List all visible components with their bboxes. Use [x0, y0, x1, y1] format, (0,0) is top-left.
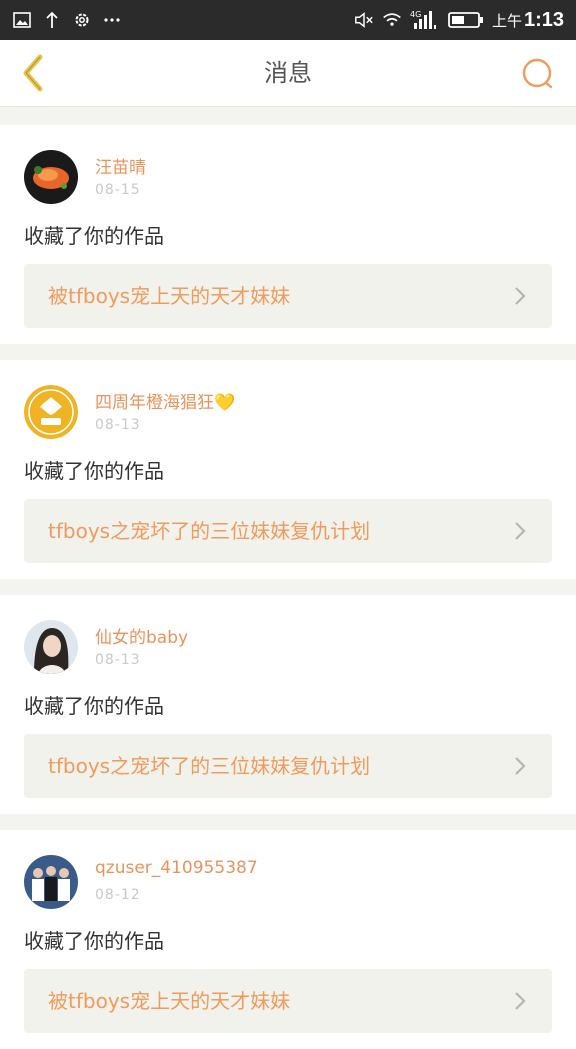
sender-name[interactable]: 四周年橙海猖狂💛: [95, 388, 235, 413]
image-icon: [12, 10, 32, 30]
message-date: 08-13: [95, 652, 141, 668]
more-dots-icon: [102, 10, 122, 30]
message-date: 08-12: [95, 887, 141, 903]
avatar[interactable]: [24, 620, 78, 674]
card-separator: [0, 814, 576, 830]
message-card[interactable]: 仙女的baby 08-13 收藏了你的作品 tfboys之宠坏了的三位妹妹复仇计…: [0, 595, 576, 814]
girl-avatar-image: [24, 620, 78, 674]
status-time: 上午 1:13: [492, 9, 564, 32]
card-separator: [0, 344, 576, 360]
settings-gear-icon: [72, 10, 92, 30]
message-card[interactable]: qzuser_410955387 08-12 收藏了你的作品 被tfboys宠上…: [0, 830, 576, 1049]
avatar[interactable]: [24, 150, 78, 204]
status-bar: 4G 上午 1:13: [0, 0, 576, 40]
sender-name[interactable]: 汪苗晴: [95, 153, 146, 178]
status-clock: 1:13: [523, 8, 564, 31]
message-action-text: 收藏了你的作品: [24, 694, 164, 718]
group-avatar-image: [24, 855, 78, 909]
status-ampm: 上午: [491, 11, 522, 30]
work-link[interactable]: 被tfboys宠上天的天才妹妹: [24, 264, 552, 328]
work-title: 被tfboys宠上天的天才妹妹: [48, 284, 291, 308]
battery-icon: [448, 10, 484, 30]
card-separator: [0, 579, 576, 595]
sender-name[interactable]: 仙女的baby: [95, 623, 188, 648]
chevron-right-icon: [508, 989, 532, 1013]
food-avatar-image: [24, 150, 78, 204]
search-icon: [522, 58, 553, 89]
chevron-right-icon: [508, 284, 532, 308]
chevron-right-icon: [508, 754, 532, 778]
page-title: 消息: [264, 59, 312, 87]
avatar[interactable]: [24, 385, 78, 439]
search-button[interactable]: [518, 54, 558, 94]
message-card[interactable]: 汪苗晴 08-15 收藏了你的作品 被tfboys宠上天的天才妹妹: [0, 125, 576, 344]
badge-avatar-image: [24, 385, 78, 439]
signal-icon: 4G: [410, 10, 440, 30]
header-bar: 消息: [0, 40, 576, 107]
work-link[interactable]: tfboys之宠坏了的三位妹妹复仇计划: [24, 734, 552, 798]
network-label: 4G: [410, 10, 421, 19]
work-title: tfboys之宠坏了的三位妹妹复仇计划: [48, 754, 371, 778]
work-title: 被tfboys宠上天的天才妹妹: [48, 989, 291, 1013]
work-link[interactable]: 被tfboys宠上天的天才妹妹: [24, 969, 552, 1033]
message-list: 汪苗晴 08-15 收藏了你的作品 被tfboys宠上天的天才妹妹 四周年橙海猖…: [0, 107, 576, 1049]
chevron-right-icon: [508, 519, 532, 543]
wifi-icon: [382, 10, 402, 30]
status-bar-left: [12, 8, 122, 32]
message-action-text: 收藏了你的作品: [24, 929, 164, 953]
message-action-text: 收藏了你的作品: [24, 459, 164, 483]
message-date: 08-15: [95, 182, 141, 198]
mute-icon: [354, 10, 374, 30]
message-action-text: 收藏了你的作品: [24, 224, 164, 248]
list-top-spacer: [0, 107, 576, 125]
work-title: tfboys之宠坏了的三位妹妹复仇计划: [48, 519, 371, 543]
message-card[interactable]: 四周年橙海猖狂💛 08-13 收藏了你的作品 tfboys之宠坏了的三位妹妹复仇…: [0, 360, 576, 579]
status-bar-right: 4G 上午 1:13: [354, 6, 564, 34]
avatar[interactable]: [24, 855, 78, 909]
message-date: 08-13: [95, 417, 141, 433]
sender-name[interactable]: qzuser_410955387: [95, 858, 258, 878]
work-link[interactable]: tfboys之宠坏了的三位妹妹复仇计划: [24, 499, 552, 563]
upload-arrow-icon: [42, 10, 62, 30]
